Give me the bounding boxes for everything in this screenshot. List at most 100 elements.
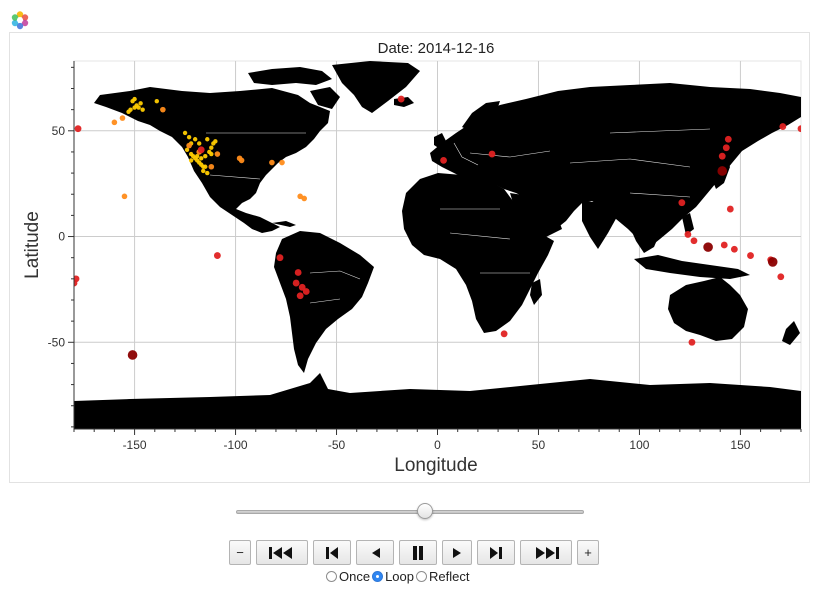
data-point [205,137,210,142]
data-point [777,273,785,281]
data-point [214,151,221,157]
data-point [302,288,310,295]
data-point [236,155,243,162]
first-frame-button[interactable] [256,540,308,565]
data-point [199,156,204,161]
reverse-button[interactable] [356,540,394,565]
data-point [730,245,738,253]
world-map-chart[interactable]: Date: 2014-12-16 -150 -100 -50 0 50 100 … [10,33,811,484]
x-tick-label: -150 [123,438,147,452]
data-point [269,159,275,166]
time-slider[interactable] [234,502,586,522]
previous-frame-button[interactable] [313,540,351,565]
data-point [127,350,138,360]
data-point [767,257,778,267]
data-point [297,193,303,200]
data-point [296,292,304,300]
x-tick-label: 100 [629,438,649,452]
data-point [160,106,166,113]
data-point [186,142,192,149]
faster-button[interactable]: + [577,540,599,565]
data-point [292,279,300,287]
y-axis-label: Latitude [22,211,43,279]
data-point [197,146,205,154]
data-point [126,109,131,114]
step-back-icon [326,546,338,559]
data-point [74,125,82,133]
data-point [205,170,210,176]
y-tick-label: 0 [58,230,65,244]
data-point [779,123,787,130]
x-tick-label: 0 [434,438,441,452]
chart-title: Date: 2014-12-16 [378,40,495,57]
play-button[interactable] [442,540,472,565]
radio-loop[interactable] [372,570,384,582]
radio-once[interactable] [326,570,337,582]
x-tick-label: -50 [328,438,346,452]
data-point [726,205,734,213]
data-point [154,98,159,104]
pause-icon [413,545,423,560]
plus-label: + [584,545,592,560]
data-point [203,164,208,169]
data-point [186,134,192,140]
mode-once-label: Once [339,568,371,584]
play-reverse-icon [372,547,380,558]
data-point [684,231,692,238]
data-point [797,125,801,133]
data-point [720,241,728,249]
data-point [488,150,496,158]
data-point [132,96,137,102]
data-point [203,153,208,159]
data-point [209,151,214,157]
bokeh-logo-icon[interactable] [10,10,30,30]
data-point [213,252,221,259]
data-point [276,254,284,262]
data-point [136,105,141,110]
y-tick-label: 50 [52,124,66,138]
mode-once[interactable]: Once [326,569,370,584]
mode-reflect[interactable]: Reflect [416,569,469,584]
mode-loop-label: Loop [385,568,414,584]
skip-to-first-icon [269,546,292,559]
minus-label: − [236,545,244,560]
data-point [440,157,447,164]
mode-reflect-label: Reflect [429,568,470,584]
slower-button[interactable]: − [229,540,251,565]
data-point [188,158,194,163]
data-point [140,107,145,112]
play-icon [453,547,461,558]
step-forward-icon [490,546,502,559]
data-point [678,199,686,207]
next-frame-button[interactable] [477,540,515,565]
data-point [111,119,118,126]
pause-button[interactable] [399,540,437,565]
x-tick-label: 150 [730,438,750,452]
data-point [209,145,214,150]
data-point [690,237,698,245]
data-point [717,166,728,176]
data-point [192,137,198,142]
data-point [197,141,202,146]
data-point [500,330,508,338]
data-point [724,135,732,143]
mode-loop[interactable]: Loop [372,569,414,584]
slider-track[interactable] [236,510,584,514]
plot-panel: Date: 2014-12-16 -150 -100 -50 0 50 100 … [9,32,810,483]
data-point [279,159,285,166]
radio-reflect[interactable] [416,570,427,582]
data-point [718,152,726,160]
x-tick-label: 50 [532,438,546,452]
loop-mode-group: Once Loop Reflect [326,567,471,585]
slider-handle[interactable] [417,503,434,519]
data-point [747,252,754,259]
data-point [119,115,126,121]
y-tick-label: -50 [48,335,66,349]
player-controls: − + [229,540,599,565]
skip-to-last-icon [536,546,559,559]
data-point [208,163,215,170]
data-point [703,242,713,252]
last-frame-button[interactable] [520,540,572,565]
x-tick-label: -100 [224,438,248,452]
data-point [397,95,405,103]
